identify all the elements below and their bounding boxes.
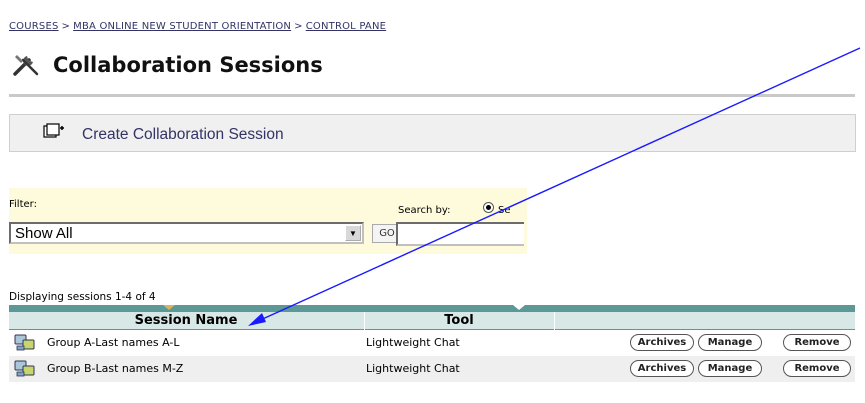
table-row: Group A-Last names A-L Lightweight Chat … <box>9 330 855 356</box>
table-header: Session Name Tool <box>9 312 855 336</box>
title-divider <box>9 94 855 97</box>
breadcrumb-separator: > <box>294 21 303 32</box>
breadcrumb-separator: > <box>61 21 71 32</box>
sort-indicator-icon[interactable] <box>163 305 175 310</box>
remove-button[interactable]: Remove <box>783 360 851 377</box>
search-input[interactable] <box>396 222 524 246</box>
tools-icon <box>13 55 39 76</box>
table-row: Group B-Last names M-Z Lightweight Chat … <box>9 356 855 382</box>
breadcrumb-courses[interactable]: COURSES <box>9 21 59 32</box>
sort-indicator-icon[interactable] <box>513 305 525 310</box>
search-radio[interactable] <box>483 202 494 213</box>
breadcrumb-course[interactable]: MBA ONLINE NEW STUDENT ORIENTATION <box>73 21 291 32</box>
session-tool: Lightweight Chat <box>366 336 460 349</box>
column-session-name[interactable]: Session Name <box>9 312 363 329</box>
session-tool: Lightweight Chat <box>366 362 460 375</box>
chat-session-icon <box>14 334 35 351</box>
chevron-down-icon[interactable]: ▼ <box>345 225 361 241</box>
search-by-label: Search by: <box>398 205 451 216</box>
action-bar: Create Collaboration Session <box>9 114 856 152</box>
page-title: Collaboration Sessions <box>53 53 323 77</box>
filter-select[interactable]: Show All ▼ <box>9 222 364 244</box>
sort-bar <box>9 305 855 312</box>
result-count: Displaying sessions 1-4 of 4 <box>9 291 156 303</box>
filter-selected-value: Show All <box>15 225 73 242</box>
filter-panel: Filter: Show All ▼ GO Search by: Se <box>9 188 527 254</box>
breadcrumb: COURSES > MBA ONLINE NEW STUDENT ORIENTATI… <box>9 21 386 32</box>
session-name[interactable]: Group B-Last names M-Z <box>47 362 183 375</box>
create-session-link[interactable]: Create Collaboration Session <box>82 126 284 144</box>
column-tool[interactable]: Tool <box>365 312 553 329</box>
breadcrumb-control-panel[interactable]: CONTROL PANE <box>306 21 386 32</box>
create-session-icon[interactable] <box>43 123 65 139</box>
archives-button[interactable]: Archives <box>630 334 694 351</box>
archives-button[interactable]: Archives <box>630 360 694 377</box>
sessions-table: Session Name Tool Group A-Last names A-L… <box>9 305 855 382</box>
chat-session-icon <box>14 360 35 377</box>
session-name[interactable]: Group A-Last names A-L <box>47 336 179 349</box>
manage-button[interactable]: Manage <box>698 360 762 377</box>
manage-button[interactable]: Manage <box>698 334 762 351</box>
filter-label: Filter: <box>9 199 37 210</box>
remove-button[interactable]: Remove <box>783 334 851 351</box>
search-radio-label: Se <box>498 205 511 216</box>
